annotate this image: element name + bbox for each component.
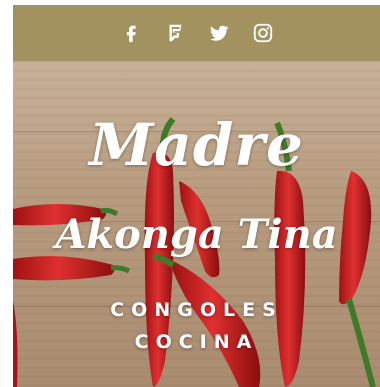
facebook-icon[interactable]: [119, 21, 143, 45]
hero-title-madre: Madre: [89, 111, 304, 179]
hero-subtitle-congoles: CONGOLES: [110, 299, 283, 321]
hero-subtitle-cocina: COCINA: [134, 331, 259, 353]
foursquare-icon[interactable]: [163, 21, 187, 45]
twitter-icon[interactable]: [207, 21, 231, 45]
hero-title-akonga-tina: Akonga Tina: [55, 211, 338, 258]
hero-banner: Madre Akonga Tina CONGOLES COCINA: [13, 61, 380, 387]
social-bar: [13, 5, 380, 61]
page-frame: Madre Akonga Tina CONGOLES COCINA: [13, 5, 380, 387]
instagram-icon[interactable]: [251, 21, 275, 45]
